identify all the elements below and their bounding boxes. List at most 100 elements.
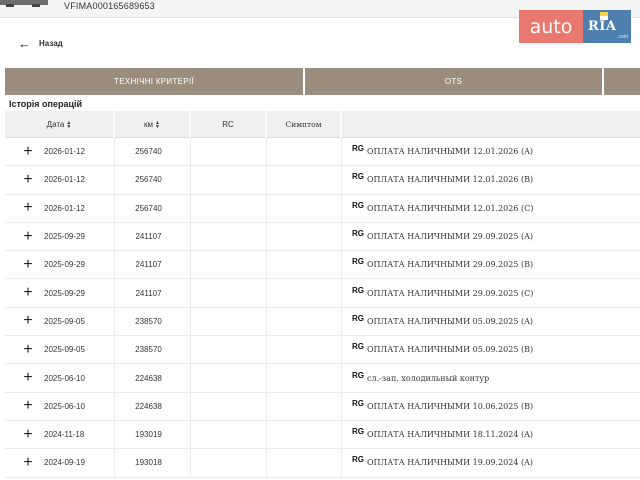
cell-symptom	[267, 336, 342, 364]
cell-date: +2025-09-05	[5, 307, 115, 336]
column-header-rc: RC	[191, 111, 267, 138]
table-row: +2026-01-12 256740 RG ОПЛАТА НАЛИЧНЫМИ 12.0…	[5, 138, 640, 167]
rg-badge: RG	[352, 257, 364, 267]
rg-badge: RG	[352, 229, 364, 239]
row-description: сл.-зап. холодильный контур	[367, 373, 490, 383]
row-date: 2024-11-18	[44, 430, 85, 440]
cell-symptom	[267, 138, 342, 166]
plus-icon[interactable]: +	[20, 426, 36, 443]
plus-icon[interactable]: +	[20, 341, 36, 358]
cell-description: RG ОПЛАТА НАЛИЧНЫМИ 05.09.2025 (B)	[342, 336, 640, 363]
rg-badge: RG	[352, 427, 364, 437]
plus-icon[interactable]: +	[20, 228, 36, 245]
rg-badge: RG	[352, 285, 364, 295]
back-link[interactable]: ← Назад	[18, 37, 63, 50]
cell-km: 238570	[115, 336, 191, 364]
row-date: 2026-01-12	[44, 147, 85, 157]
cell-date: +2026-01-12	[5, 194, 115, 222]
column-header-date[interactable]: Дата ▲ ▼	[5, 111, 115, 138]
cell-rc	[191, 194, 267, 222]
cell-rc	[191, 166, 267, 194]
cell-symptom	[267, 222, 342, 251]
cell-date: +2025-06-10	[5, 392, 115, 420]
plus-icon[interactable]: +	[20, 200, 36, 216]
cell-km: 193018	[115, 449, 191, 477]
cell-description: RG ОПЛАТА НАЛИЧНЫМИ 12.01.2026 (A)	[342, 138, 640, 165]
cell-description: RG ОПЛАТА НАЛИЧНЫМИ 29.09.2025 (C)	[342, 279, 640, 306]
cell-km: 241107	[115, 279, 191, 307]
plus-icon[interactable]: +	[20, 285, 36, 301]
cell-date: +2025-06-10	[5, 364, 115, 392]
column-header-description	[342, 111, 640, 138]
table-row: +2025-09-29 241107 RG ОПЛАТА НАЛИЧНЫМИ 29.0…	[5, 222, 640, 252]
plus-icon[interactable]: +	[20, 398, 36, 414]
column-label-symptom: Симптом	[285, 120, 322, 129]
row-date: 2025-09-29	[44, 260, 85, 270]
autoria-logo[interactable]: auto RIA .com	[519, 10, 631, 43]
tab-ots[interactable]: OTS	[305, 68, 604, 95]
cell-km: 238570	[115, 307, 191, 336]
plus-icon[interactable]: +	[20, 313, 36, 329]
tab-extra[interactable]	[604, 68, 640, 95]
table-header: Дата ▲ ▼ км ▲ ▼ RC Симптом	[5, 111, 640, 138]
cell-description: RG ОПЛАТА НАЛИЧНЫМИ 12.01.2026 (B)	[342, 166, 640, 193]
arrow-left-icon: ←	[18, 36, 31, 51]
table-row: +2025-09-29 241107 RG ОПЛАТА НАЛИЧНЫМИ 29.0…	[5, 279, 640, 308]
plus-icon[interactable]: +	[20, 256, 36, 273]
cell-symptom	[267, 251, 342, 279]
cell-description: RG ОПЛАТА НАЛИЧНЫМИ 12.01.2026 (C)	[342, 195, 640, 222]
rg-badge: RG	[352, 172, 364, 182]
logo-ria-part: RIA .com	[583, 10, 631, 43]
cell-date: +2025-09-29	[5, 222, 115, 251]
cell-date: +2025-09-29	[5, 251, 115, 279]
rg-badge: RG	[352, 313, 364, 323]
tab-bar: ТЕХНІЧНІ КРИТЕРІЇ OTS	[5, 68, 640, 95]
cell-description: RG ОПЛАТА НАЛИЧНЫМИ 10.06.2025 (B)	[342, 393, 640, 420]
cell-km: 256740	[115, 166, 191, 194]
cell-date: +2024-09-19	[5, 449, 115, 477]
cell-symptom	[267, 166, 342, 194]
logo-ria-text: RIA	[588, 19, 617, 34]
row-description: ОПЛАТА НАЛИЧНЫМИ 12.01.2026 (A)	[367, 147, 534, 157]
plus-icon[interactable]: +	[20, 454, 36, 471]
rg-badge: RG	[352, 342, 364, 352]
cell-rc	[191, 138, 267, 166]
row-description: ОПЛАТА НАЛИЧНЫМИ 29.09.2025 (C)	[367, 288, 534, 298]
column-label-km: км	[144, 120, 154, 129]
cell-rc	[191, 336, 267, 364]
column-label-rc: RC	[222, 120, 234, 129]
row-date: 2025-09-29	[44, 288, 85, 298]
column-header-km[interactable]: км ▲ ▼	[115, 111, 191, 138]
table-row: +2025-06-10 224638 RG ОПЛАТА НАЛИЧНЫМИ 10.0…	[5, 392, 640, 421]
table-row: +2025-09-05 238570 RG ОПЛАТА НАЛИЧНЫМИ 05.0…	[5, 307, 640, 337]
cell-date: +2024-11-18	[5, 420, 115, 449]
plus-icon[interactable]: +	[20, 370, 36, 386]
row-description: ОПЛАТА НАЛИЧНЫМИ 10.06.2025 (B)	[367, 401, 534, 411]
rg-badge: RG	[352, 144, 364, 154]
plus-icon[interactable]: +	[20, 143, 36, 160]
plus-icon[interactable]: +	[20, 171, 36, 188]
cell-symptom	[267, 420, 342, 449]
cell-km: 256740	[115, 138, 191, 166]
cell-rc	[191, 307, 267, 336]
row-date: 2024-09-19	[44, 458, 85, 468]
table-row: +2025-06-10 224638 RG сл.-зап. холодильный …	[5, 364, 640, 393]
table-row: +2024-11-18 193019 RG ОПЛАТА НАЛИЧНЫМИ 18.1…	[5, 420, 640, 450]
rg-badge: RG	[352, 370, 364, 380]
table-row: +2026-01-12 256740 RG ОПЛАТА НАЛИЧНЫМИ 12.0…	[5, 166, 640, 195]
row-description: ОПЛАТА НАЛИЧНЫМИ 12.01.2026 (C)	[367, 203, 534, 213]
cell-symptom	[267, 392, 342, 420]
cell-date: +2025-09-05	[5, 336, 115, 364]
tab-technical-criteria[interactable]: ТЕХНІЧНІ КРИТЕРІЇ	[5, 68, 305, 95]
cell-km: 241107	[115, 251, 191, 279]
cell-km: 193019	[115, 420, 191, 449]
cell-km: 224638	[115, 364, 191, 392]
logo-auto-part: auto	[519, 10, 583, 43]
table-row: +2024-09-19 193018 RG ОПЛАТА НАЛИЧНЫМИ 19.0…	[5, 449, 640, 478]
table-row: +2025-09-05 238570 RG ОПЛАТА НАЛИЧНЫМИ 05.0…	[5, 336, 640, 365]
row-description: ОПЛАТА НАЛИЧНЫМИ 18.11.2024 (A)	[367, 430, 534, 440]
section-title: Історія операцій	[9, 99, 83, 109]
table-row: +2026-01-12 256740 RG ОПЛАТА НАЛИЧНЫМИ 12.0…	[5, 194, 640, 223]
row-date: 2026-01-12	[44, 175, 85, 185]
cell-rc	[191, 222, 267, 251]
